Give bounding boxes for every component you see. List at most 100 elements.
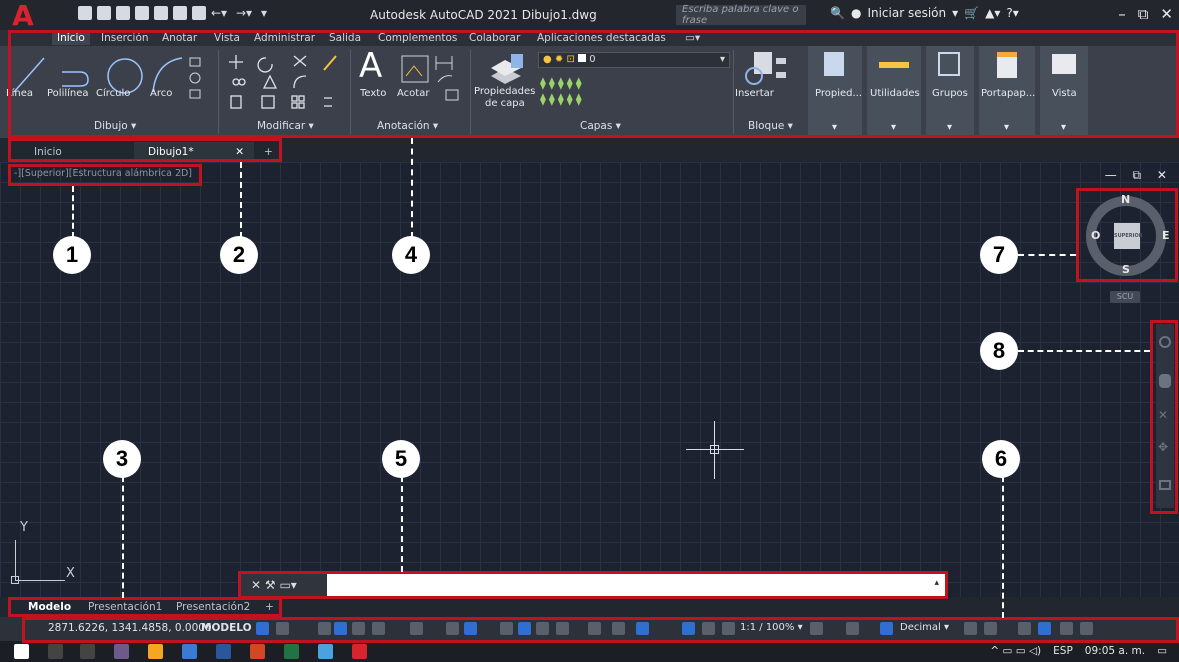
new-tab-button[interactable]: +	[264, 142, 273, 162]
save-as-icon[interactable]	[135, 6, 149, 20]
viewcube-face[interactable]: SUPERIOR	[1114, 223, 1143, 249]
layer-properties-label-2[interactable]: de capa	[485, 98, 525, 109]
text-tool-icon[interactable]: A	[359, 46, 382, 86]
view-panel[interactable]: Vista ▾	[1040, 46, 1088, 138]
annotation-group-label[interactable]: Anotación ▾	[377, 120, 438, 132]
auto-scale-icon[interactable]	[702, 622, 715, 635]
chrome-icon[interactable]	[148, 644, 163, 659]
language-indicator[interactable]: ESP	[1053, 645, 1073, 657]
print-icon[interactable]	[173, 6, 187, 20]
viewport-controls-label[interactable]: -][Superior][Estructura alámbrica 2D]	[14, 168, 192, 179]
clipboard-panel[interactable]: Portapap... ▾	[979, 46, 1035, 138]
showmotion-icon[interactable]	[1159, 480, 1171, 490]
tab-vista[interactable]: Vista	[209, 31, 245, 45]
draw-group-label[interactable]: Dibujo ▾	[94, 120, 136, 132]
close-button[interactable]: ✕	[1160, 5, 1173, 23]
orbit-icon[interactable]: ✥	[1158, 440, 1168, 454]
tab-administrar[interactable]: Administrar	[249, 31, 320, 45]
command-history-icon[interactable]: ▴	[934, 578, 939, 588]
lock-ui-icon[interactable]	[984, 622, 997, 635]
polar-tracking-icon[interactable]	[372, 622, 385, 635]
command-input[interactable]	[327, 575, 945, 595]
tab-anotar[interactable]: Anotar	[157, 31, 202, 45]
clock[interactable]: 09:05 a. m.	[1085, 645, 1145, 657]
command-line-tools[interactable]: ✕ ⚒ ▭▾	[241, 574, 327, 596]
annotation-scale-value[interactable]: 1:1 / 100% ▾	[740, 622, 803, 633]
task-view-icon[interactable]	[80, 644, 95, 659]
groups-panel[interactable]: Grupos ▾	[926, 46, 974, 138]
excel-icon[interactable]	[284, 644, 299, 659]
3d-object-snap-icon[interactable]	[556, 622, 569, 635]
redo-icon[interactable]: →▾	[236, 6, 256, 20]
photos-app-icon[interactable]	[114, 644, 129, 659]
new-layout-button[interactable]: +	[265, 599, 274, 615]
coordinates-readout[interactable]: 2871.6226, 1341.4858, 0.0000	[48, 622, 212, 634]
minimize-button[interactable]: –	[1118, 5, 1126, 23]
utilities-panel[interactable]: Utilidades ▾	[867, 46, 921, 138]
isolate-objects-icon[interactable]	[1018, 622, 1031, 635]
search-icon[interactable]: 🔍	[830, 6, 845, 20]
line-tool-label[interactable]: Línea	[6, 88, 33, 99]
layer-properties-icon[interactable]	[487, 52, 527, 86]
tab-inicio[interactable]: Inicio	[52, 31, 90, 45]
snap-icon[interactable]	[276, 622, 289, 635]
selection-cycling-icon[interactable]	[536, 622, 549, 635]
customize-qat-icon[interactable]: ▾	[261, 6, 281, 20]
wcs-menu[interactable]: SCU	[1110, 291, 1140, 303]
ribbon-minimize-icon[interactable]: ▭▾	[680, 31, 705, 45]
infer-constraints-icon[interactable]	[318, 622, 331, 635]
circle-tool-label[interactable]: Círculo	[96, 88, 130, 99]
autocad-logo-icon[interactable]: A	[6, 2, 40, 30]
transparency-icon[interactable]	[518, 622, 531, 635]
word-icon[interactable]	[216, 644, 231, 659]
viewport-window-controls[interactable]: — ⧉ ✕	[1105, 168, 1173, 183]
clean-screen-icon[interactable]	[1060, 622, 1073, 635]
steering-wheel-icon[interactable]	[1159, 336, 1171, 348]
annotation-visibility-icon[interactable]	[682, 622, 695, 635]
annotation-scale-icon[interactable]	[722, 622, 735, 635]
help-icon[interactable]: ?▾	[1006, 6, 1018, 20]
cart-icon[interactable]: 🛒	[964, 6, 979, 20]
compass-north[interactable]: N	[1121, 193, 1130, 206]
grid-icon[interactable]	[256, 622, 269, 635]
customization-menu-icon[interactable]	[1080, 622, 1093, 635]
selection-filter-icon[interactable]	[612, 622, 625, 635]
search-input[interactable]: Escriba palabra clave o frase	[676, 4, 806, 26]
annotation-monitor-icon[interactable]	[846, 622, 859, 635]
compass-west[interactable]: O	[1091, 229, 1100, 242]
tab-insercion[interactable]: Inserción	[96, 31, 154, 45]
dynamic-ucs-icon[interactable]	[588, 622, 601, 635]
powerpoint-icon[interactable]	[250, 644, 265, 659]
polyline-tool-label[interactable]: Polilínea	[47, 88, 89, 99]
notepad-icon[interactable]	[318, 644, 333, 659]
insert-tool-label[interactable]: Insertar	[735, 88, 774, 99]
object-snap-tracking-icon[interactable]	[446, 622, 459, 635]
units-selector[interactable]: Decimal ▾	[900, 622, 949, 633]
pan-icon[interactable]	[1159, 374, 1171, 388]
search-icon[interactable]	[48, 644, 63, 659]
tab-salida[interactable]: Salida	[324, 31, 366, 45]
layer-dropdown[interactable]: ● ✹ ⊡ 0 ▾	[538, 52, 730, 68]
close-tab-icon[interactable]: ✕	[235, 142, 244, 162]
sign-in-button[interactable]: Iniciar sesión	[867, 6, 946, 20]
open-file-icon[interactable]	[97, 6, 111, 20]
dimension-tool-label[interactable]: Acotar	[397, 88, 429, 99]
layers-group-label[interactable]: Capas ▾	[580, 120, 621, 132]
tab-complementos[interactable]: Complementos	[373, 31, 462, 45]
dynamic-input-icon[interactable]	[334, 622, 347, 635]
tab-colaborar[interactable]: Colaborar	[464, 31, 525, 45]
object-snap-icon[interactable]	[464, 622, 477, 635]
arc-tool-label[interactable]: Arco	[150, 88, 172, 99]
modify-group-label[interactable]: Modificar ▾	[257, 120, 314, 132]
quick-properties-icon[interactable]	[964, 622, 977, 635]
file-explorer-icon[interactable]	[182, 644, 197, 659]
zoom-icon[interactable]: ✕	[1158, 408, 1168, 422]
layout-tab-model[interactable]: Modelo	[28, 599, 71, 615]
workspace-gear-icon[interactable]	[810, 622, 823, 635]
notifications-icon[interactable]: ▭	[1157, 645, 1167, 657]
layer-properties-label[interactable]: Propiedades	[474, 86, 535, 97]
block-group-label[interactable]: Bloque ▾	[748, 120, 793, 132]
plot-icon[interactable]	[154, 6, 168, 20]
text-tool-label[interactable]: Texto	[360, 88, 386, 99]
compass-east[interactable]: E	[1162, 229, 1170, 242]
